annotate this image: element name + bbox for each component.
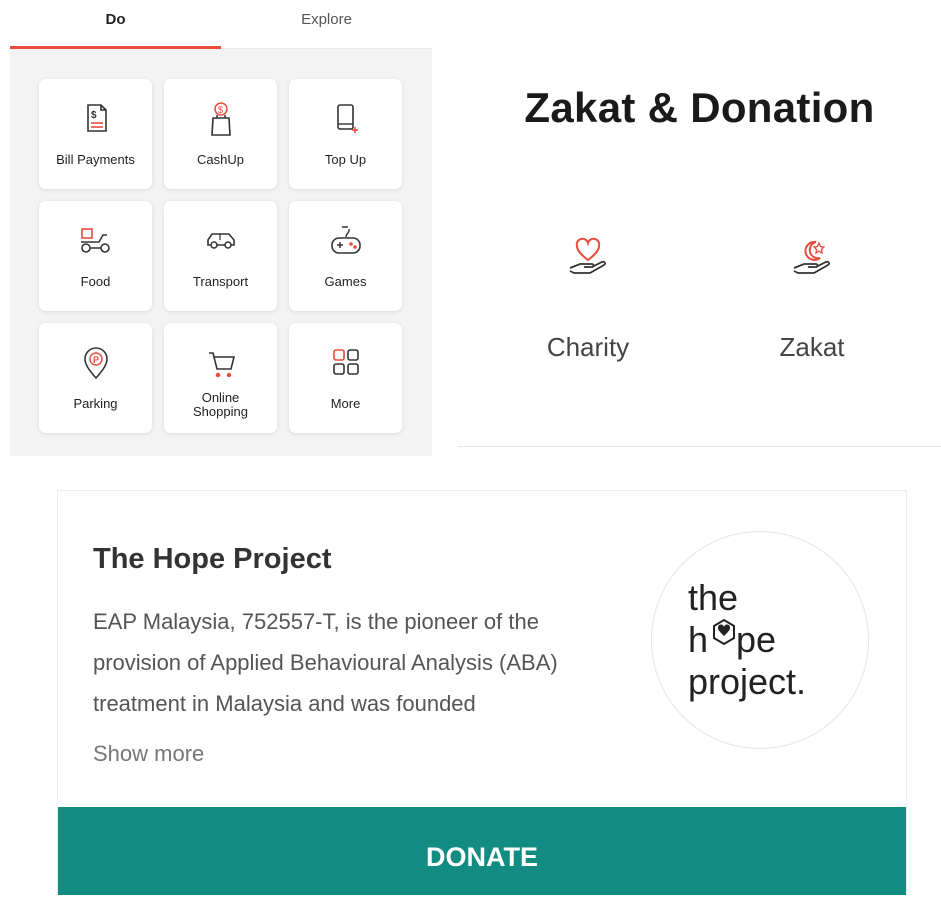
gamepad-icon xyxy=(289,223,402,257)
service-food[interactable]: Food xyxy=(39,201,152,311)
service-parking[interactable]: P Parking xyxy=(39,323,152,433)
tab-divider xyxy=(221,48,432,49)
service-label: Games xyxy=(324,274,367,289)
car-icon xyxy=(164,223,277,257)
project-logo: the h pe project. xyxy=(651,531,869,749)
svg-text:P: P xyxy=(93,355,99,365)
active-tab-indicator xyxy=(10,46,221,49)
service-label: Food xyxy=(80,274,111,289)
service-label: Parking xyxy=(73,396,118,411)
service-label: Top Up xyxy=(324,152,367,167)
more-grid-icon xyxy=(289,345,402,379)
tab-bar: Do Explore xyxy=(10,0,432,49)
hope-project-logo-image: the h pe project. xyxy=(688,577,806,702)
project-description: EAP Malaysia, 752557-T, is the pioneer o… xyxy=(93,609,558,716)
cashup-bag-icon: $ xyxy=(164,101,277,136)
service-label: Online Shopping xyxy=(193,390,248,419)
service-label: CashUp xyxy=(197,152,244,167)
page-title: Zakat & Donation xyxy=(524,84,875,131)
service-games[interactable]: Games xyxy=(289,201,402,311)
divider xyxy=(458,446,941,447)
shopping-cart-icon xyxy=(164,345,277,379)
charity-heart-hand-icon xyxy=(548,226,628,290)
service-more[interactable]: More xyxy=(289,323,402,433)
svg-text:h: h xyxy=(688,619,708,660)
svg-text:project.: project. xyxy=(688,661,806,702)
services-grid: $ Bill Payments $ CashUp Top Up Food Tra… xyxy=(39,79,403,436)
show-more-link[interactable]: Show more xyxy=(93,741,204,767)
service-label: Bill Payments xyxy=(56,152,135,167)
category-label: Zakat xyxy=(779,332,845,362)
project-card[interactable]: The Hope Project EAP Malaysia, 752557-T,… xyxy=(57,490,907,895)
parking-pin-icon: P xyxy=(39,345,152,380)
service-bill-payments[interactable]: $ Bill Payments xyxy=(39,79,152,189)
service-label: More xyxy=(330,396,361,411)
tab-do[interactable]: Do xyxy=(10,0,221,48)
category-label: Charity xyxy=(546,332,630,362)
topup-phone-icon xyxy=(289,101,402,135)
service-online-shopping[interactable]: Online Shopping xyxy=(164,323,277,433)
bill-icon: $ xyxy=(39,101,152,135)
project-title: The Hope Project xyxy=(93,543,332,575)
donate-button[interactable]: DONATE xyxy=(58,807,906,895)
service-cashup[interactable]: $ CashUp xyxy=(164,79,277,189)
category-zakat[interactable]: Zakat xyxy=(732,226,892,363)
svg-text:the: the xyxy=(688,577,738,618)
food-scooter-icon xyxy=(39,223,152,257)
service-top-up[interactable]: Top Up xyxy=(289,79,402,189)
category-charity[interactable]: Charity xyxy=(508,226,668,363)
svg-text:pe: pe xyxy=(736,619,776,660)
tab-explore[interactable]: Explore xyxy=(221,0,432,48)
service-transport[interactable]: Transport xyxy=(164,201,277,311)
svg-text:$: $ xyxy=(91,110,97,121)
service-label: Transport xyxy=(192,274,249,289)
zakat-moon-hand-icon xyxy=(772,226,852,290)
services-panel: Do Explore $ Bill Payments $ CashUp Top … xyxy=(10,0,432,456)
svg-text:$: $ xyxy=(218,105,223,115)
